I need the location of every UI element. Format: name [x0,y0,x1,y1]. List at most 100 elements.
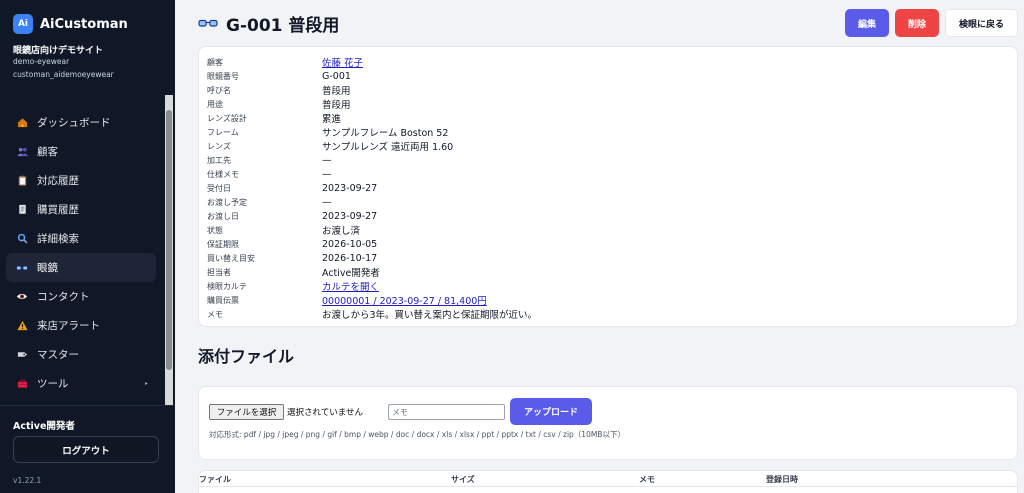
detail-label: レンズ [207,141,231,151]
detail-label: フレーム [207,127,239,137]
detail-row-memo: メモ お渡しから3年。買い替え案内と保証期限が近い。 [207,307,538,322]
delete-button[interactable]: 削除 [895,9,939,37]
sidebar-item-label: 対応履歴 [37,175,79,187]
app-version: v1.22.1 [13,476,42,485]
glasses-icon [198,18,218,29]
detail-row-nickname: 呼び名 普段用 [207,83,351,98]
chevron-right-icon: ▸ [144,380,148,387]
customer-link[interactable]: 佐藤 花子 [322,58,363,69]
home-icon [16,117,28,129]
attachments-title: 添付ファイル [198,347,295,366]
sidebar-item-customers[interactable]: 顧客 [6,137,156,166]
detail-value: — [322,168,332,180]
detail-row-delivery-date: お渡し日 2023-09-27 [207,209,377,223]
current-user: Active開発者 [13,421,75,432]
sidebar-item-label: ダッシュボード [37,117,111,129]
sidebar-scrollbar-thumb[interactable] [166,110,172,370]
detail-value: サンプルフレーム Boston 52 [322,128,449,139]
page-title-text: G-001 普段用 [226,16,340,36]
choose-file-button[interactable]: ファイルを選択 [209,404,284,420]
detail-label: 眼鏡番号 [207,71,239,81]
brand[interactable]: Ai AiCustoman [13,14,128,34]
detail-row-exam-chart: 検眼カルテ カルテを開く [207,279,379,294]
sidebar-item-dashboard[interactable]: ダッシュボード [6,108,156,137]
edit-button[interactable]: 編集 [845,9,889,37]
detail-label: 呼び名 [207,85,231,95]
page-title: G-001 普段用 [198,11,339,36]
detail-row-received-date: 受付日 2023-09-27 [207,181,377,195]
receipt-icon [16,204,28,216]
sidebar-item-label: コンタクト [37,291,90,303]
upload-button[interactable]: アップロード [510,398,592,425]
glasses-icon [16,262,28,274]
detail-label: 仕様メモ [207,169,239,179]
logout-button[interactable]: ログアウト [13,436,159,463]
detail-label: 加工先 [207,155,231,165]
detail-row-purchase-slip: 購買伝票 00000001 / 2023-09-27 / 81,400円 [207,293,487,308]
detail-label: 担当者 [207,267,231,277]
store-name: 眼鏡店向けデモサイト [13,46,104,56]
detail-row-warranty: 保証期限 2026-10-05 [207,237,377,251]
detail-value: 2023-09-27 [322,210,378,222]
detail-value: — [322,196,332,208]
brand-name: AiCustoman [40,16,128,32]
memo-input[interactable] [388,404,505,420]
detail-value: 普段用 [322,100,351,111]
detail-value: 2023-09-27 [322,182,378,194]
detail-value: お渡しから3年。買い替え案内と保証期限が近い。 [322,310,538,321]
detail-row-planned-delivery: お渡し予定 — [207,195,332,209]
detail-value: — [322,154,332,166]
sidebar-item-glasses[interactable]: 眼鏡 [6,253,156,282]
detail-value: 2026-10-05 [322,238,378,250]
sidebar-item-master[interactable]: マスター [6,340,156,369]
sidebar-item-advanced-search[interactable]: 詳細検索 [6,224,156,253]
sidebar-item-label: 購買履歴 [37,204,79,216]
detail-label: 検眼カルテ [207,281,247,291]
column-header-file: ファイル [199,475,231,484]
detail-label: お渡し予定 [207,197,247,207]
tag-icon [16,349,28,361]
detail-value: サンプルレンズ 遠近両用 1.60 [322,142,454,153]
detail-label: 保証期限 [207,239,239,249]
eye-icon [16,291,28,303]
back-to-exam-button[interactable]: 検眼に戻る [945,9,1018,37]
detail-label: お渡し日 [207,211,239,221]
sidebar-item-purchase-history[interactable]: 購買履歴 [6,195,156,224]
detail-label: メモ [207,309,223,319]
detail-row-replacement: 買い替え目安 2026-10-17 [207,251,377,265]
detail-label: 状態 [207,225,223,235]
detail-label: 顧客 [207,57,223,67]
attachments-table: ファイル サイズ メモ 登録日時 [198,470,1019,493]
sidebar-item-support-history[interactable]: 対応履歴 [6,166,156,195]
sidebar-item-contacts[interactable]: コンタクト [6,282,156,311]
sidebar-item-label: ツール [37,378,69,390]
detail-value: 累進 [322,114,342,125]
detail-row-staff: 担当者 Active開発者 [207,265,380,280]
detail-label: 用途 [207,99,223,109]
purchase-slip-link[interactable]: 00000001 / 2023-09-27 / 81,400円 [322,296,487,307]
detail-value: お渡し済 [322,226,361,237]
detail-label: 購買伝票 [207,295,239,305]
sidebar-item-visit-alert[interactable]: 来店アラート [6,311,156,340]
search-icon [16,233,28,245]
detail-value: G-001 [322,70,351,82]
store-user: customan_aidemoeyewear [13,70,114,79]
column-header-memo: メモ [639,475,655,484]
detail-row-processor: 加工先 — [207,153,332,167]
open-chart-link[interactable]: カルテを開く [322,282,379,293]
glasses-detail-card: 顧客 佐藤 花子 眼鏡番号 G-001 呼び名 普段用 用途 普段用 レンズ設計… [198,46,1018,327]
supported-formats: 対応形式: pdf / jpg / jpeg / png / gif / bmp… [209,430,625,439]
upload-card: ファイルを選択 選択されていません アップロード 対応形式: pdf / jpg… [198,386,1018,460]
detail-label: 受付日 [207,183,231,193]
detail-row-lens: レンズ サンプルレンズ 遠近両用 1.60 [207,139,454,154]
detail-value: 普段用 [322,86,351,97]
sidebar-item-tools[interactable]: ツール ▸ [6,369,156,398]
detail-value: Active開発者 [322,268,380,279]
detail-label: レンズ設計 [207,113,247,123]
column-header-size: サイズ [451,475,475,484]
detail-label: 買い替え目安 [207,253,255,263]
sidebar-nav: ダッシュボード 顧客 対応履歴 購買履歴 詳細検索 眼鏡 コンタクト 来店アラー… [6,108,156,398]
detail-row-lens-design: レンズ設計 累進 [207,111,342,126]
sidebar-item-label: 来店アラート [37,320,100,332]
detail-row-status: 状態 お渡し済 [207,223,361,238]
